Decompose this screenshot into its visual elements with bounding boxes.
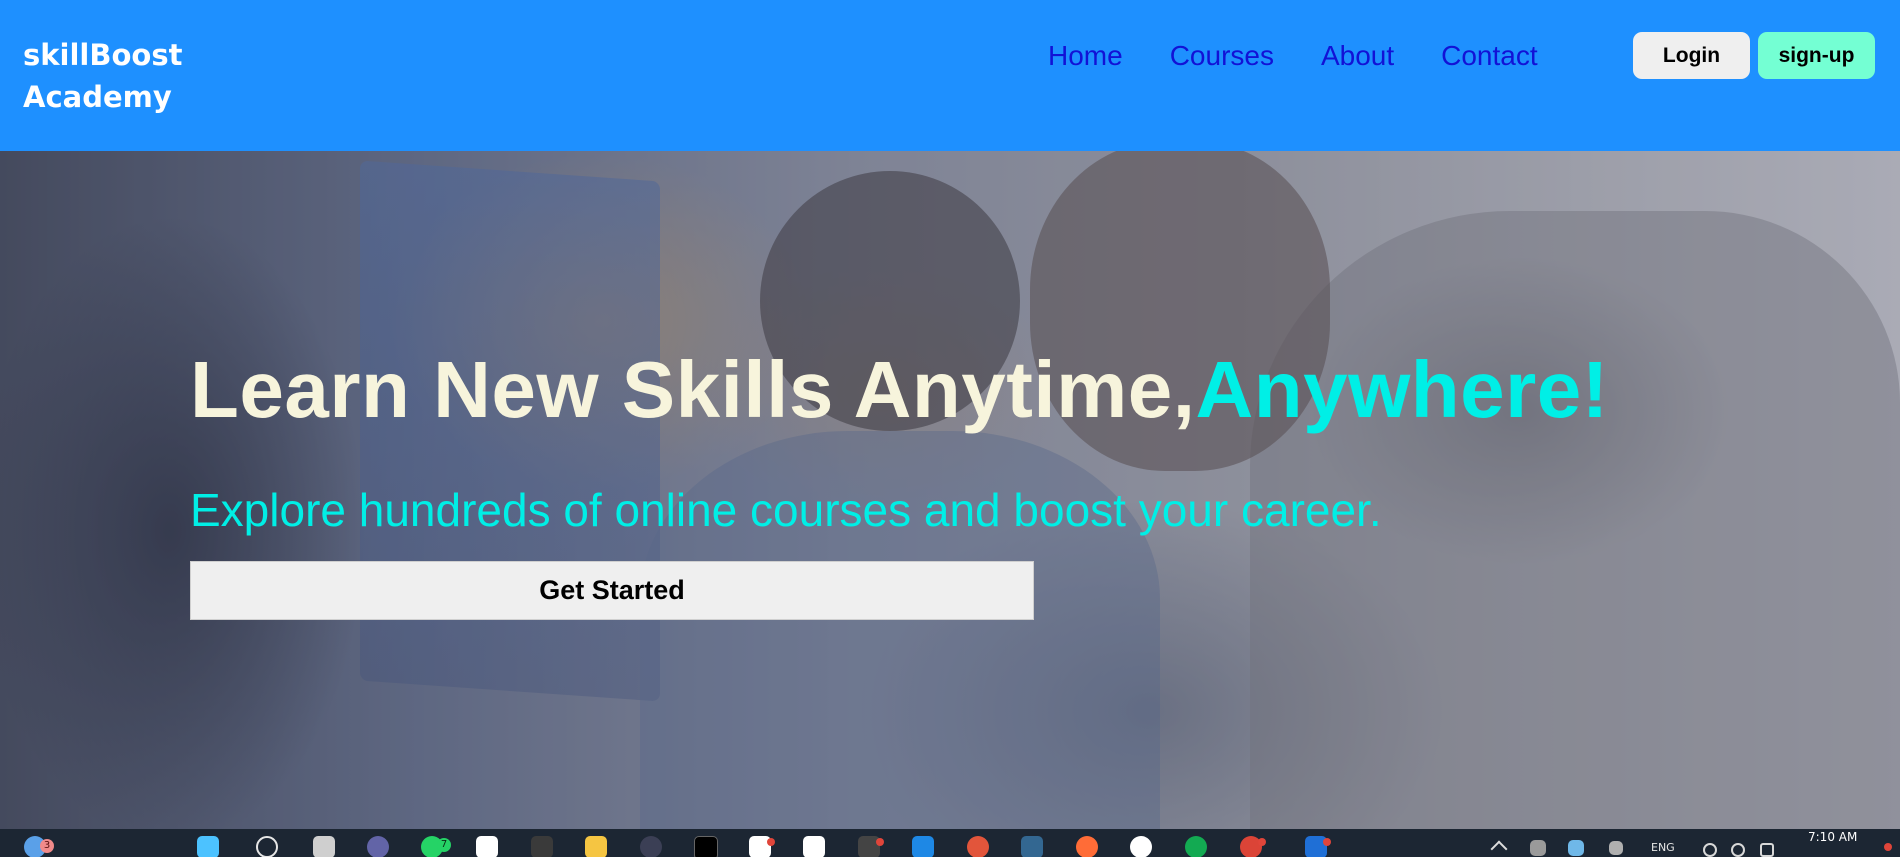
network-icon[interactable] (1703, 843, 1717, 857)
whatsapp-badge: 7 (437, 838, 451, 852)
medium-icon[interactable] (694, 836, 718, 857)
hero-section: Learn New Skills Anytime,Anywhere! Explo… (0, 151, 1900, 829)
file-explorer-icon[interactable] (585, 836, 607, 857)
app-icon[interactable] (640, 836, 662, 857)
vscode-icon[interactable] (912, 836, 934, 857)
battery-icon[interactable] (1760, 843, 1774, 857)
main-nav: Home Courses About Contact (1048, 38, 1538, 74)
search-icon[interactable] (256, 836, 278, 857)
taskbar-clock[interactable]: 7:10 AM (1808, 830, 1857, 844)
signup-button[interactable]: sign-up (1758, 32, 1875, 79)
teams-icon[interactable] (367, 836, 389, 857)
tray-app-icon[interactable] (1530, 840, 1546, 856)
browser-viewport: skillBoost Academy Home Courses About Co… (0, 0, 1900, 857)
weather-badge: 3 (40, 839, 54, 853)
site-header: skillBoost Academy Home Courses About Co… (0, 0, 1900, 151)
postgres-icon[interactable] (1021, 836, 1043, 857)
start-icon[interactable] (197, 836, 219, 857)
app-icon[interactable] (803, 836, 825, 857)
nav-contact-link[interactable]: Contact (1441, 38, 1538, 74)
chrome-notification-dot (1258, 838, 1266, 846)
hero-headline-accent: Anywhere! (1195, 345, 1609, 434)
login-button[interactable]: Login (1633, 32, 1750, 79)
logo-line-2: Academy (23, 80, 172, 114)
postman-icon[interactable] (1076, 836, 1098, 857)
os-taskbar: 3 7 ENG 7:10 AM (0, 829, 1900, 857)
logo-line-1: skillBoost (23, 38, 183, 72)
app-notification-dot (876, 838, 884, 846)
mongodb-icon[interactable] (1185, 836, 1207, 857)
tray-app-icon[interactable] (1609, 841, 1623, 855)
notion-icon[interactable] (476, 836, 498, 857)
tray-app-icon[interactable] (1568, 840, 1584, 856)
app-icon[interactable] (967, 836, 989, 857)
notification-dot[interactable] (1884, 843, 1892, 851)
nav-courses-link[interactable]: Courses (1170, 38, 1274, 74)
get-started-button[interactable]: Get Started (190, 561, 1034, 620)
app-notification-dot (1323, 838, 1331, 846)
overflow-icon[interactable] (1364, 836, 1386, 857)
tray-chevron-icon[interactable] (1490, 840, 1508, 857)
language-indicator[interactable]: ENG (1651, 841, 1675, 854)
volume-icon[interactable] (1731, 843, 1745, 857)
task-view-icon[interactable] (313, 836, 335, 857)
app-icon[interactable] (531, 836, 553, 857)
hero-subheadline: Explore hundreds of online courses and b… (190, 484, 1382, 536)
app-notification-dot (767, 838, 775, 846)
hero-headline: Learn New Skills Anytime,Anywhere! (190, 344, 1609, 436)
site-logo[interactable]: skillBoost Academy (23, 34, 213, 118)
nav-about-link[interactable]: About (1321, 38, 1394, 74)
inkscape-icon[interactable] (1130, 836, 1152, 857)
nav-home-link[interactable]: Home (1048, 38, 1123, 74)
hero-headline-main: Learn New Skills Anytime, (190, 345, 1196, 434)
